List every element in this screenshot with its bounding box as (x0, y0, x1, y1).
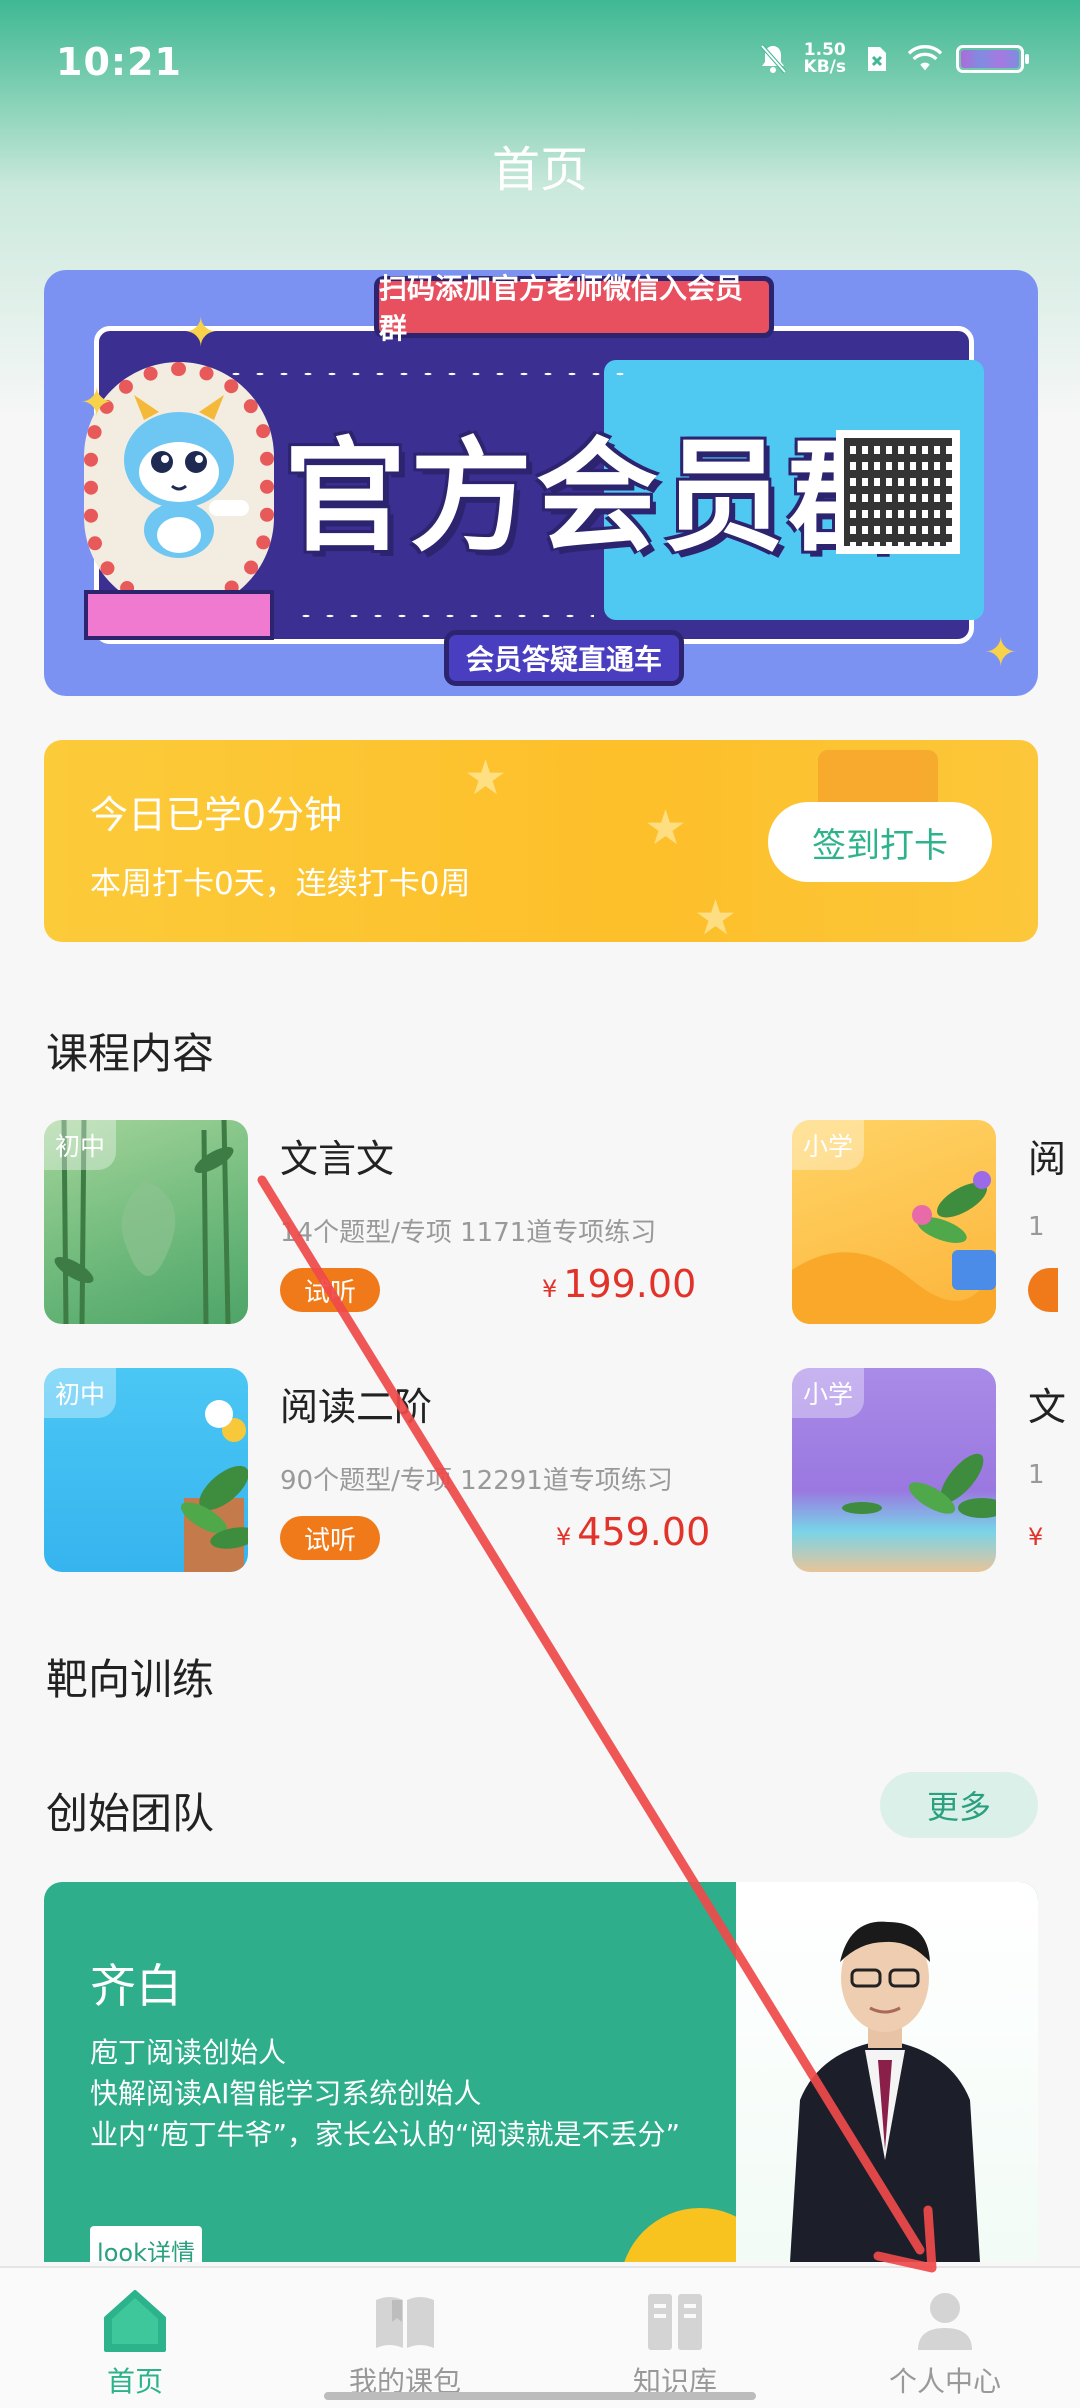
nav-item-my-courses[interactable]: 我的课包 (270, 2268, 540, 2408)
status-time: 10:21 (56, 40, 182, 84)
price-value: 459.00 (577, 1510, 711, 1554)
promo-banner[interactable]: 扫码添加官方老师微信入会员群 官方会员群 会员答疑直通车 ✦ ✦ ✦ (44, 270, 1038, 696)
course-thumbnail: 初中 (44, 1368, 248, 1572)
founder-desc-line: 庖丁阅读创始人 (90, 2036, 287, 2069)
banner-bottom-label: 会员答疑直通车 (444, 630, 684, 686)
section-title-team: 创始团队 (46, 1789, 215, 1838)
course-price: ¥199.00 (542, 1262, 696, 1306)
qr-code-image (836, 430, 960, 554)
status-bar: 10:21 1.50 KB/s (0, 0, 1080, 120)
mute-bell-icon (756, 42, 790, 76)
course-meta: 1 (1028, 1460, 1045, 1490)
course-card[interactable]: 初中 阅读二阶 90个题型/专项 12291道专项练习 试听 ¥459.00 (44, 1368, 710, 1572)
status-icons: 1.50 KB/s (756, 42, 1029, 76)
sparkle-icon: ✦ (184, 310, 218, 356)
nav-item-knowledge-base[interactable]: 知识库 (540, 2268, 810, 2408)
course-name: 阅 (1028, 1137, 1067, 1181)
banner-dots (224, 370, 624, 378)
nav-item-profile[interactable]: 个人中心 (810, 2268, 1080, 2408)
star-decoration-icon: ★ (644, 800, 688, 856)
founder-desc-line: 快解阅读AI智能学习系统创始人 (90, 2077, 482, 2110)
book-icon (376, 2297, 434, 2348)
checkin-title: 今日已学0分钟 (90, 793, 343, 837)
network-speed-unit: KB/s (803, 57, 846, 77)
star-decoration-icon: ★ (464, 750, 508, 806)
nav-label: 个人中心 (888, 2365, 1001, 2398)
battery-icon (956, 45, 1029, 73)
dragon-mascot-image (124, 395, 249, 558)
course-price: ¥459.00 (556, 1510, 710, 1554)
home-indicator[interactable] (324, 2392, 756, 2400)
currency-symbol: ¥ (542, 1275, 558, 1303)
banner-dots (294, 612, 594, 620)
course-name: 文言文 (280, 1137, 395, 1181)
course-thumbnail: 小学 (792, 1368, 996, 1572)
sim-off-icon (860, 42, 894, 76)
founder-card[interactable]: 齐白 庖丁阅读创始人 快解阅读AI智能学习系统创始人 业内“庖丁牛爷”，家长公认… (44, 1882, 1038, 2262)
price-value: 199.00 (563, 1262, 697, 1306)
course-meta: 1 (1028, 1212, 1045, 1242)
checkin-button[interactable]: 签到打卡 (768, 802, 992, 882)
trial-button[interactable]: 试听 (280, 1516, 380, 1560)
founder-description: 庖丁阅读创始人 快解阅读AI智能学习系统创始人 业内“庖丁牛爷”，家长公认的“阅… (90, 2032, 690, 2155)
currency-symbol: ¥ (556, 1523, 572, 1551)
page-title: 首页 (491, 142, 588, 198)
checkin-card: ★ ★ ★ 今日已学0分钟 本周打卡0天，连续打卡0周 签到打卡 (44, 740, 1038, 942)
course-thumbnail: 小学 (792, 1120, 996, 1324)
course-card[interactable]: 初中 文言文 14个题型/专项 1171道专项练习 试听 ¥199.00 (44, 1120, 704, 1324)
nav-item-home[interactable]: 首页 (0, 2268, 270, 2408)
course-thumbnail: 初中 (44, 1120, 248, 1324)
banner-headline: 官方会员群 (284, 426, 914, 568)
course-card[interactable]: 小学 阅 1 (792, 1120, 1080, 1324)
checkin-subtitle: 本周打卡0天，连续打卡0周 (90, 866, 471, 902)
founder-name: 齐白 (90, 1959, 182, 2013)
library-icon (648, 2294, 702, 2350)
nav-label: 首页 (106, 2365, 163, 2398)
course-level-tag: 初中 (44, 1368, 116, 1418)
banner-top-label: 扫码添加官方老师微信入会员群 (374, 272, 774, 345)
home-icon (104, 2290, 166, 2352)
more-button[interactable]: 更多 (880, 1772, 1038, 1838)
course-level-tag: 小学 (792, 1368, 864, 1418)
trial-button[interactable] (1028, 1268, 1058, 1312)
network-speed: 1.50 KB/s (804, 42, 846, 76)
sparkle-icon: ✦ (984, 630, 1018, 676)
founder-desc-line: 业内“庖丁牛爷”，家长公认的“阅读就是不丢分” (90, 2118, 681, 2151)
currency-symbol: ¥ (1028, 1523, 1044, 1551)
bottom-navigation: 首页 我的课包 知识库 个人中心 (0, 2266, 1080, 2408)
course-price: ¥ (1028, 1510, 1049, 1554)
star-decoration-icon: ★ (694, 890, 738, 942)
course-name: 文 (1028, 1385, 1067, 1429)
mascot-pedestal (84, 590, 274, 640)
course-level-tag: 初中 (44, 1120, 116, 1170)
sparkle-icon: ✦ (80, 380, 114, 426)
section-title-training: 靶向训练 (46, 1655, 215, 1704)
course-name: 阅读二阶 (280, 1385, 433, 1429)
course-meta: 14个题型/专项 1171道专项练习 (280, 1218, 657, 1248)
course-card[interactable]: 小学 文 1 ¥ (792, 1368, 1080, 1572)
section-title-courses: 课程内容 (46, 1029, 215, 1078)
trial-button[interactable]: 试听 (280, 1268, 380, 1312)
wifi-icon (908, 42, 942, 76)
course-meta: 90个题型/专项 12291道专项练习 (280, 1466, 673, 1496)
person-icon (918, 2293, 972, 2350)
founder-photo (790, 1921, 980, 2262)
founder-detail-button[interactable]: look详情 (90, 2226, 202, 2262)
course-level-tag: 小学 (792, 1120, 864, 1170)
